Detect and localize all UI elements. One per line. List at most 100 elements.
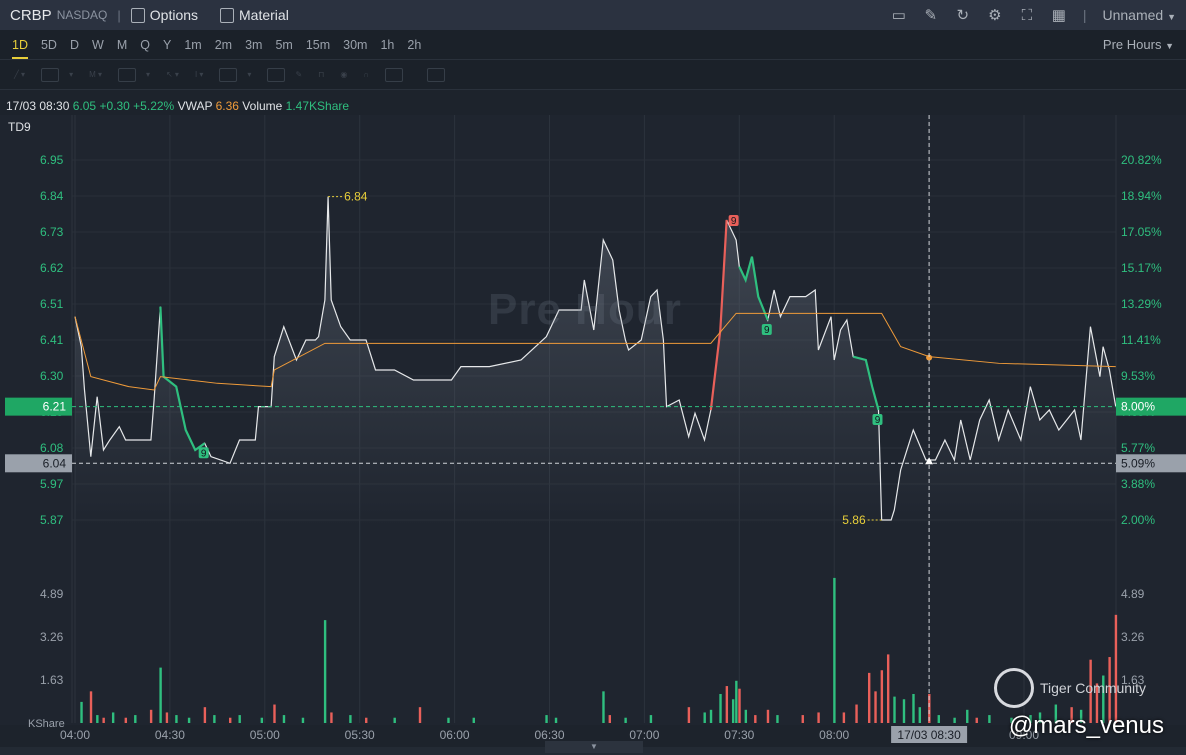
- volume-bar: [159, 667, 162, 723]
- price-chart[interactable]: 04:00 04:30 05:00 05:30 06:00 06:30 07:00 07:30…: [0, 0, 1186, 755]
- x-tick-label: 08:00: [819, 728, 849, 742]
- x-tick-label: 06:30: [534, 728, 564, 742]
- volume-bar: [776, 715, 779, 723]
- td9-indicator-label: TD9: [8, 120, 31, 134]
- volume-bar: [175, 715, 178, 723]
- volume-bar: [801, 715, 804, 723]
- y-tick-label: 6.95: [40, 153, 64, 167]
- crosshair-time-label: 17/03 08:30: [897, 728, 961, 742]
- brand-label: Tiger Community: [1040, 680, 1147, 696]
- volume-bar: [953, 717, 956, 723]
- td9-badge-label: 9: [201, 448, 207, 459]
- pct-tick-label: 15.17%: [1121, 261, 1162, 275]
- pct-tick-label: 11.41%: [1121, 333, 1161, 347]
- volume-bar: [902, 699, 906, 723]
- volume-bar: [89, 691, 93, 723]
- y-tick-label: 6.73: [40, 225, 64, 239]
- volume-bar: [365, 717, 368, 723]
- author-credit: @mars_venus: [1008, 712, 1164, 739]
- x-tick-label: 07:00: [629, 728, 659, 742]
- volume-bar: [687, 707, 691, 723]
- volume-bar: [703, 712, 706, 723]
- volume-bar: [918, 707, 922, 723]
- volume-bar: [472, 717, 475, 723]
- volume-tick-label: 3.26: [40, 630, 64, 644]
- volume-bar: [330, 712, 333, 723]
- volume-bar: [719, 693, 722, 723]
- volume-bar: [229, 717, 232, 723]
- volume-bar: [855, 704, 858, 723]
- pct-tick-label: 18.94%: [1121, 189, 1162, 203]
- y-tick-label: 6.30: [40, 369, 64, 383]
- pct-tick-label: 13.29%: [1121, 297, 1162, 311]
- volume-bar: [754, 715, 757, 723]
- volume-bar: [912, 693, 915, 723]
- volume-tick-label-right: 4.89: [1121, 587, 1145, 601]
- crosshair-pct-label: 5.09%: [1121, 456, 1155, 470]
- y-tick-label: 6.41: [40, 333, 64, 347]
- volume-bar: [602, 691, 605, 723]
- pct-tick-label: 9.53%: [1121, 369, 1155, 383]
- volume-bar: [554, 717, 558, 723]
- y-tick-label: 6.84: [40, 189, 64, 203]
- volume-bar: [349, 715, 352, 723]
- current-pct-label: 8.00%: [1121, 400, 1155, 414]
- x-tick-label: 06:00: [440, 728, 470, 742]
- y-tick-label: 6.51: [40, 297, 64, 311]
- volume-bar: [731, 699, 735, 723]
- volume-bar: [893, 696, 896, 723]
- high-label: 6.84: [344, 190, 368, 204]
- x-tick-label: 07:30: [724, 728, 754, 742]
- x-tick-label: 04:00: [60, 728, 90, 742]
- volume-tick-label: 4.89: [40, 587, 64, 601]
- volume-bar: [165, 712, 169, 723]
- volume-bar: [766, 709, 770, 723]
- volume-bar: [102, 717, 105, 723]
- volume-bar: [393, 717, 396, 723]
- volume-bar: [608, 715, 612, 723]
- pct-tick-label: 17.05%: [1121, 225, 1162, 239]
- volume-bar: [624, 717, 627, 723]
- price-area: [75, 196, 1116, 527]
- volume-bar: [260, 717, 264, 723]
- y-tick-label: 6.08: [40, 441, 64, 455]
- volume-tick-label: 1.63: [40, 673, 64, 687]
- volume-bar: [725, 686, 729, 723]
- volume-bar: [937, 715, 940, 723]
- volume-bar: [80, 701, 83, 723]
- volume-bar: [149, 709, 153, 723]
- x-tick-label: 05:00: [250, 728, 280, 742]
- x-tick-label: 05:30: [345, 728, 375, 742]
- current-price-label: 6.21: [43, 400, 67, 414]
- td9-badge-label: 9: [764, 325, 770, 336]
- pct-tick-label: 2.00%: [1121, 513, 1155, 527]
- low-label: 5.86: [842, 513, 866, 527]
- volume-bar: [187, 717, 191, 723]
- volume-bar: [203, 707, 207, 723]
- volume-bar: [966, 709, 969, 723]
- volume-bar: [880, 670, 884, 723]
- tiger-logo-icon: [994, 668, 1034, 708]
- volume-bar: [213, 715, 216, 723]
- volume-bar: [975, 717, 978, 723]
- volume-bar: [649, 715, 653, 723]
- volume-bar: [735, 680, 738, 723]
- volume-bar: [447, 717, 450, 723]
- td9-badge-label: 9: [875, 415, 881, 426]
- pct-tick-label: 5.77%: [1121, 441, 1155, 455]
- y-tick-label: 6.62: [40, 261, 64, 275]
- pct-tick-label: 20.82%: [1121, 153, 1162, 167]
- volume-bar: [833, 577, 836, 723]
- volume-bar: [744, 709, 748, 723]
- crosshair-price-label: 6.04: [43, 456, 67, 470]
- volume-bar: [709, 709, 713, 723]
- y-tick-label: 5.87: [40, 513, 64, 527]
- volume-bar: [323, 620, 327, 723]
- volume-bar: [134, 715, 137, 723]
- collapse-panel-button[interactable]: ▼: [545, 741, 643, 753]
- volume-bar: [817, 712, 820, 723]
- volume-unit-label: KShare: [28, 718, 65, 730]
- pct-tick-label: 3.88%: [1121, 477, 1155, 491]
- volume-bar: [111, 712, 115, 723]
- tiger-community-logo: Tiger Community: [994, 668, 1146, 708]
